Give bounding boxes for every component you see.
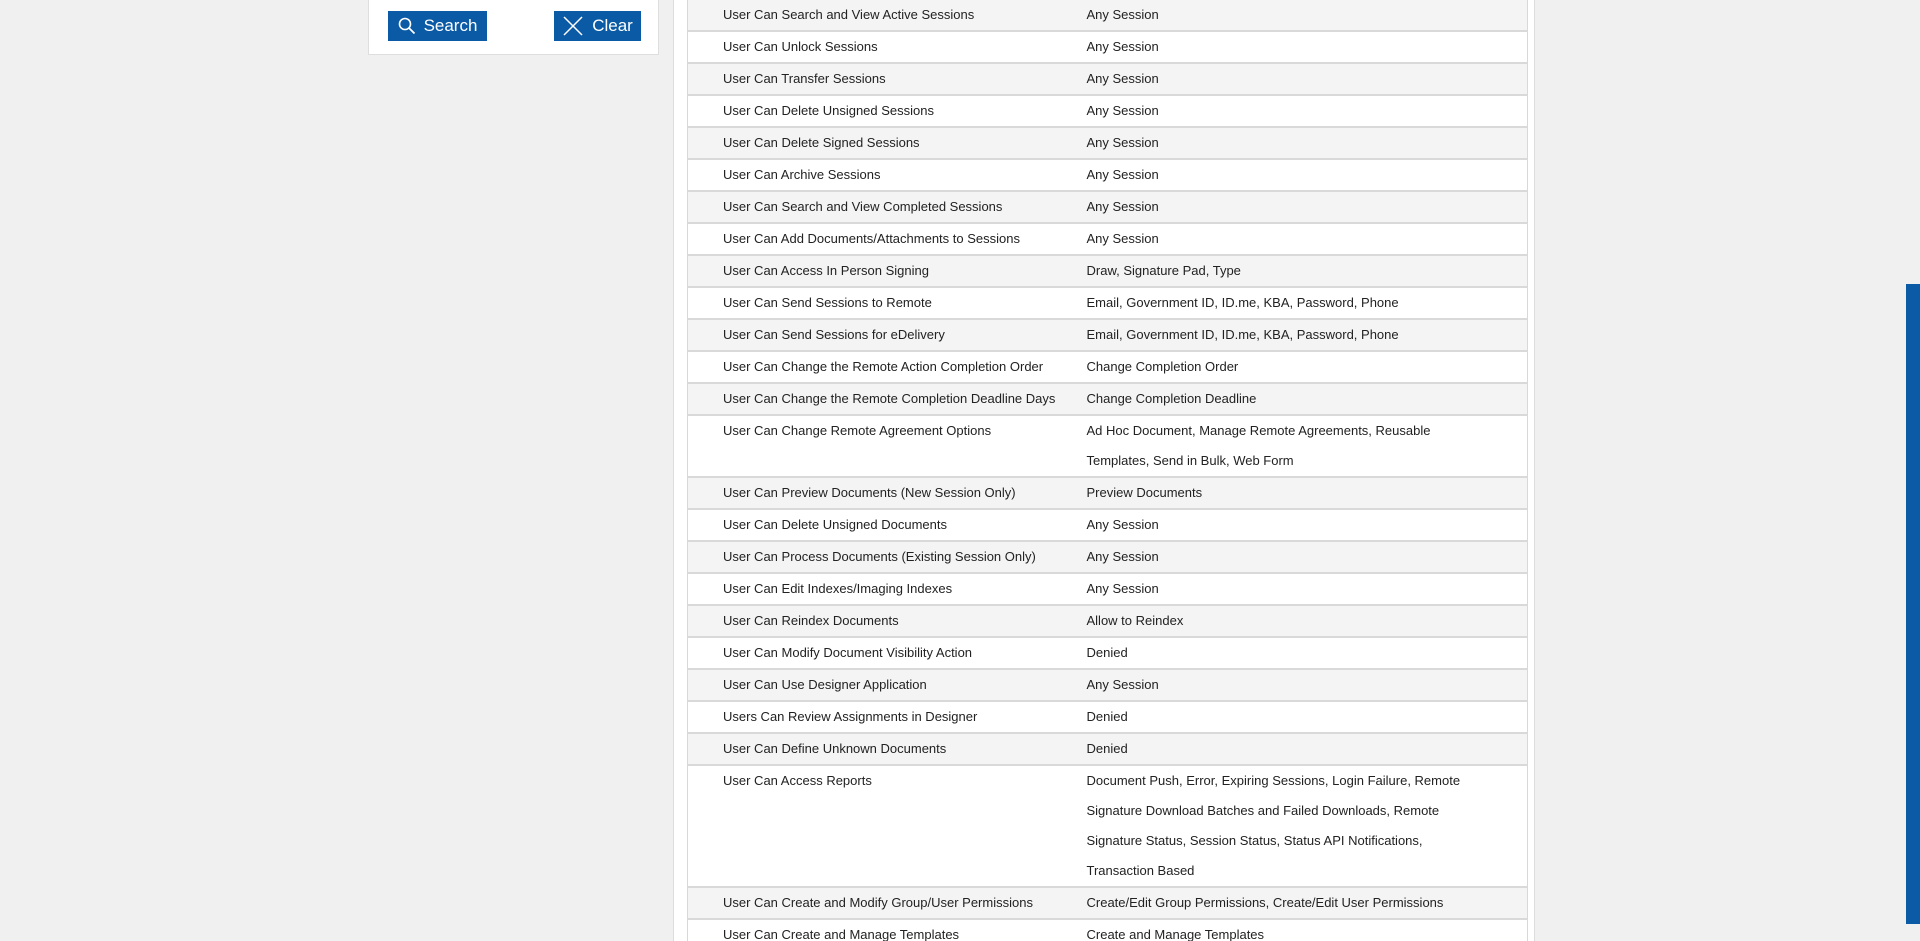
table-row: User Can Unlock Sessions Any Session bbox=[687, 31, 1528, 64]
table-row: User Can Transfer Sessions Any Session bbox=[687, 63, 1528, 96]
table-row: User Can Define Unknown Documents Denied bbox=[687, 733, 1528, 766]
permission-value: Any Session bbox=[1086, 31, 1528, 64]
permission-value: Draw, Signature Pad, Type bbox=[1086, 255, 1528, 288]
permission-value: Change Completion Deadline bbox=[1086, 383, 1528, 416]
permission-value: Any Session bbox=[1086, 669, 1528, 702]
permission-value: Any Session bbox=[1086, 509, 1528, 542]
permission-value: Denied bbox=[1086, 733, 1528, 766]
table-row: Users Can Review Assignments in Designer… bbox=[687, 701, 1528, 734]
permission-value: Any Session bbox=[1086, 191, 1528, 224]
table-row: User Can Delete Signed Sessions Any Sessi… bbox=[687, 127, 1528, 160]
permission-name: User Can Preview Documents (New Session … bbox=[687, 477, 1087, 510]
table-row: User Can Access Reports Document Push, Er… bbox=[687, 765, 1528, 888]
permission-name: User Can Search and View Active Sessions bbox=[687, 0, 1087, 32]
permission-name: Users Can Review Assignments in Designer bbox=[687, 701, 1087, 734]
permission-name: User Can Create and Modify Group/User Pe… bbox=[687, 887, 1087, 920]
permission-name: User Can Define Unknown Documents bbox=[687, 733, 1087, 766]
permission-name: User Can Send Sessions to Remote bbox=[687, 287, 1087, 320]
table-row: User Can Access In Person Signing Draw, S… bbox=[687, 255, 1528, 288]
permission-value: Change Completion Order bbox=[1086, 351, 1528, 384]
search-button-label: Search bbox=[423, 16, 478, 35]
clear-button-label: Clear bbox=[592, 16, 633, 35]
permissions-table: User Can Search and View Active Sessions… bbox=[687, 0, 1528, 941]
permission-name: User Can Process Documents (Existing Ses… bbox=[687, 541, 1087, 574]
permission-value: Any Session bbox=[1086, 0, 1528, 32]
permissions-table-body: User Can Search and View Active Sessions… bbox=[687, 0, 1528, 941]
permission-name: User Can Send Sessions for eDelivery bbox=[687, 319, 1087, 352]
permission-value: Denied bbox=[1086, 701, 1528, 734]
permission-value: Any Session bbox=[1086, 159, 1528, 192]
table-row: User Can Create and Modify Group/User Pe… bbox=[687, 887, 1528, 920]
permission-name: User Can Add Documents/Attachments to Se… bbox=[687, 223, 1087, 256]
table-row: User Can Archive Sessions Any Session bbox=[687, 159, 1528, 192]
table-row: User Can Add Documents/Attachments to Se… bbox=[687, 223, 1528, 256]
permission-name: User Can Unlock Sessions bbox=[687, 31, 1087, 64]
permission-name: User Can Delete Signed Sessions bbox=[687, 127, 1087, 160]
permission-name: User Can Transfer Sessions bbox=[687, 63, 1087, 96]
permission-name: User Can Create and Manage Templates bbox=[687, 919, 1087, 941]
permission-name: User Can Modify Document Visibility Acti… bbox=[687, 637, 1087, 670]
permission-value: Any Session bbox=[1086, 223, 1528, 256]
table-row: User Can Use Designer Application Any Ses… bbox=[687, 669, 1528, 702]
table-row: User Can Search and View Completed Sessi… bbox=[687, 191, 1528, 224]
table-row: User Can Preview Documents (New Session … bbox=[687, 477, 1528, 510]
permission-name: User Can Change Remote Agreement Options bbox=[687, 415, 1087, 478]
permission-value: Any Session bbox=[1086, 63, 1528, 96]
table-row: User Can Process Documents (Existing Ses… bbox=[687, 541, 1528, 574]
permission-value: Ad Hoc Document, Manage Remote Agreement… bbox=[1086, 415, 1528, 478]
permission-name: User Can Archive Sessions bbox=[687, 159, 1087, 192]
table-row: User Can Reindex Documents Allow to Reind… bbox=[687, 605, 1528, 638]
table-row: User Can Modify Document Visibility Acti… bbox=[687, 637, 1528, 670]
permission-value: Preview Documents bbox=[1086, 477, 1528, 510]
permissions-content: User Can Search and View Active Sessions… bbox=[673, 0, 1535, 941]
permission-name: User Can Change the Remote Completion De… bbox=[687, 383, 1087, 416]
permission-name: User Can Access Reports bbox=[687, 765, 1087, 888]
table-row: User Can Change Remote Agreement Options… bbox=[687, 415, 1528, 478]
permission-value: Allow to Reindex bbox=[1086, 605, 1528, 638]
permission-name: User Can Use Designer Application bbox=[687, 669, 1087, 702]
permission-value: Any Session bbox=[1086, 541, 1528, 574]
table-row: User Can Change the Remote Completion De… bbox=[687, 383, 1528, 416]
permission-value: Any Session bbox=[1086, 573, 1528, 606]
permission-value: Any Session bbox=[1086, 95, 1528, 128]
permission-name: User Can Edit Indexes/Imaging Indexes bbox=[687, 573, 1087, 606]
permission-value: Create and Manage Templates bbox=[1086, 919, 1528, 941]
permission-name: User Can Search and View Completed Sessi… bbox=[687, 191, 1087, 224]
permission-value: Any Session bbox=[1086, 127, 1528, 160]
permission-value: Email, Government ID, ID.me, KBA, Passwo… bbox=[1086, 319, 1528, 352]
table-row: User Can Edit Indexes/Imaging Indexes Any… bbox=[687, 573, 1528, 606]
permission-name: User Can Access In Person Signing bbox=[687, 255, 1087, 288]
permission-name: User Can Change the Remote Action Comple… bbox=[687, 351, 1087, 384]
close-icon bbox=[562, 15, 584, 37]
permission-value: Email, Government ID, ID.me, KBA, Passwo… bbox=[1086, 287, 1528, 320]
table-row: User Can Delete Unsigned Sessions Any Ses… bbox=[687, 95, 1528, 128]
permission-name: User Can Delete Unsigned Documents bbox=[687, 509, 1087, 542]
table-row: User Can Send Sessions to Remote Email, G… bbox=[687, 287, 1528, 320]
table-row: User Can Delete Unsigned Documents Any Se… bbox=[687, 509, 1528, 542]
permission-value: Denied bbox=[1086, 637, 1528, 670]
search-filter-panel: Search Clear bbox=[368, 0, 659, 55]
permission-value: Document Push, Error, Expiring Sessions,… bbox=[1086, 765, 1528, 888]
permission-name: User Can Delete Unsigned Sessions bbox=[687, 95, 1087, 128]
search-icon bbox=[398, 17, 416, 35]
permission-name: User Can Reindex Documents bbox=[687, 605, 1087, 638]
table-row: User Can Send Sessions for eDelivery Emai… bbox=[687, 319, 1528, 352]
table-row: User Can Create and Manage Templates Crea… bbox=[687, 919, 1528, 941]
scrollbar-thumb[interactable] bbox=[1906, 284, 1920, 924]
permission-value: Create/Edit Group Permissions, Create/Ed… bbox=[1086, 887, 1528, 920]
search-button[interactable]: Search bbox=[388, 11, 487, 41]
clear-button[interactable]: Clear bbox=[554, 11, 641, 41]
table-row: User Can Change the Remote Action Comple… bbox=[687, 351, 1528, 384]
table-row: User Can Search and View Active Sessions… bbox=[687, 0, 1528, 32]
